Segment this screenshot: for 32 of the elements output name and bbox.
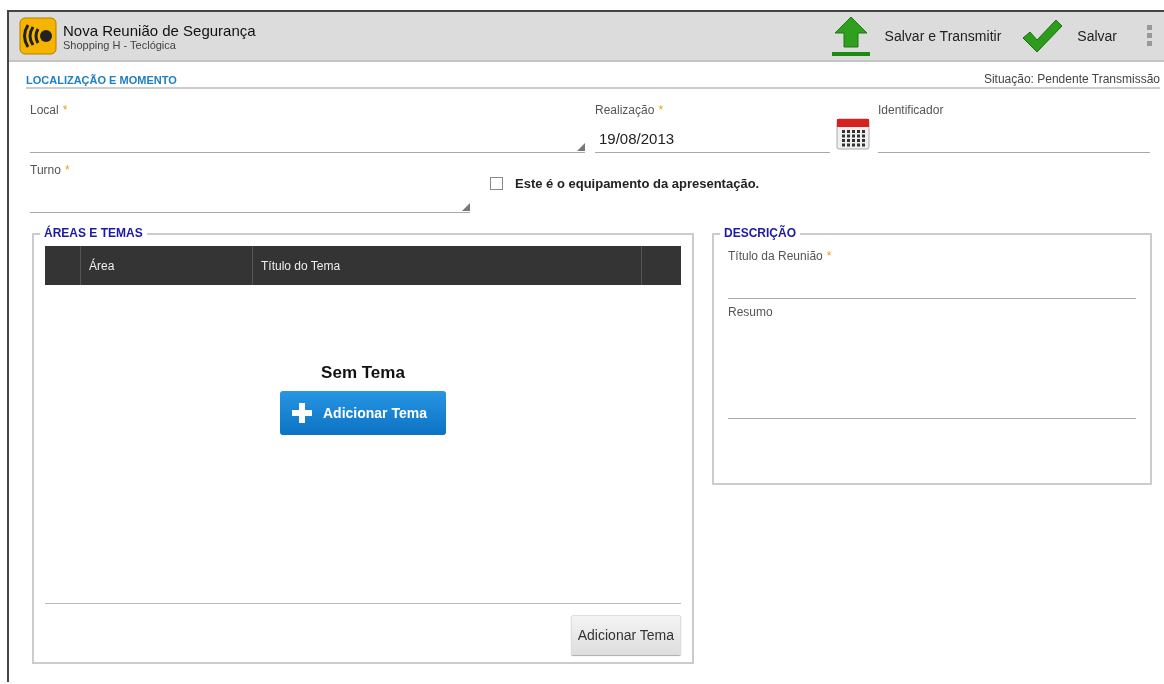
field-label: Identificador xyxy=(878,103,944,117)
field-label: Título da Reunião xyxy=(728,249,823,263)
screen-title: Nova Reunião de Segurança xyxy=(63,21,257,39)
column-header: Área xyxy=(89,258,115,273)
field-label: Resumo xyxy=(728,305,773,319)
checkbox-label: Este é o equipamento da apresentação. xyxy=(515,176,760,191)
checkmark-icon xyxy=(1021,18,1064,54)
save-and-send-button[interactable]: Salvar e Transmitir xyxy=(820,13,1012,59)
add-theme-button[interactable]: Adicionar Tema xyxy=(280,391,446,435)
calendar-icon[interactable] xyxy=(836,117,870,151)
field-label: Turno xyxy=(30,163,61,177)
column-header: Título do Tema xyxy=(261,258,341,273)
screen-subtitle: Shopping H - Teclógica xyxy=(63,38,177,51)
add-theme-button[interactable]: Adicionar Tema xyxy=(570,615,681,655)
required-mark: * xyxy=(826,249,832,263)
required-mark: * xyxy=(658,103,664,117)
required-mark: * xyxy=(62,103,68,117)
checkbox[interactable] xyxy=(490,177,503,190)
save-button[interactable]: Salvar xyxy=(1011,13,1127,59)
section-title: LOCALIZAÇÃO E MOMENTO xyxy=(26,74,177,86)
required-mark: * xyxy=(64,163,70,177)
date-field[interactable]: 19/08/2013 xyxy=(595,119,830,153)
section-title: ÁREAS E TEMAS xyxy=(40,226,147,240)
overflow-menu-icon[interactable] xyxy=(1147,25,1152,47)
app-logo-icon xyxy=(19,17,57,55)
plus-icon xyxy=(291,402,313,424)
status-text: Situação: Pendente Transmissão xyxy=(983,72,1160,86)
section-title: DESCRIÇÃO xyxy=(720,226,800,240)
empty-state-text: Sem Tema xyxy=(321,363,405,383)
upload-arrow-icon xyxy=(830,14,871,58)
field-label: Realização xyxy=(595,103,655,117)
field-label: Local xyxy=(30,103,59,117)
